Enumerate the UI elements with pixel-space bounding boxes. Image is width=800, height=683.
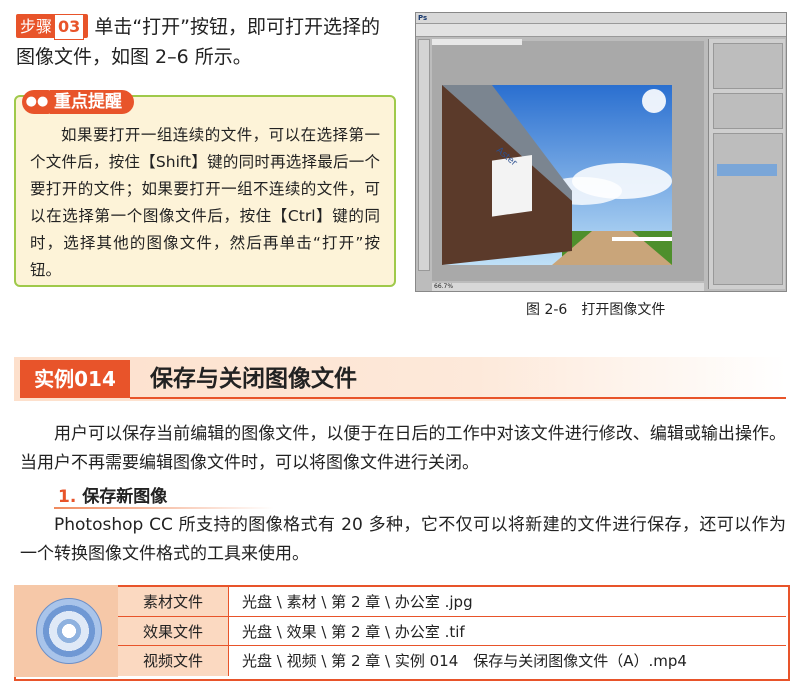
ps-menubar: Ps [416,13,786,24]
ps-zoom: 66.7% [434,283,454,290]
photoshop-screenshot: Ps Aster 66.7% [415,12,787,292]
file-row-label: 视频文件 [118,646,229,676]
file-row-result: 效果文件 光盘 \ 效果 \ 第 2 章 \ 办公室 .tif [118,616,786,647]
ps-adjustments-panel [713,93,783,129]
tip-title: 重点提醒 [50,90,134,114]
paragraph-intro: 用户可以保存当前编辑的图像文件，以便于在日后的工作中对该文件进行修改、编辑或输出… [20,424,786,473]
subsection-number: 1. [58,487,77,507]
file-row-path: 光盘 \ 素材 \ 第 2 章 \ 办公室 .jpg [242,593,473,611]
subsection-underline [54,507,274,509]
step-badge: 步骤 03 [16,14,89,40]
subsection-heading: 1. 保存新图像 [58,482,167,507]
file-row-label: 素材文件 [118,587,229,617]
figure-caption: 图 2-6 打开图像文件 [526,302,666,318]
section-underline [130,397,786,399]
file-row-path: 光盘 \ 效果 \ 第 2 章 \ 办公室 .tif [242,623,465,641]
ps-document-tab [432,39,522,45]
ps-layers-panel [713,133,783,285]
tip-header: ●● 重点提醒 [22,89,134,115]
file-row-source: 素材文件 光盘 \ 素材 \ 第 2 章 \ 办公室 .jpg [118,587,786,617]
lightbulb-icon: ●● [22,90,52,114]
ps-options-bar [416,24,786,37]
office-photo: Aster [442,85,672,265]
ps-toolbar [418,39,430,271]
ps-status-bar: 66.7% [432,283,704,291]
subsection-title: 保存新图像 [82,487,168,507]
ps-canvas-area: Aster [432,41,704,281]
tip-body: 如果要打开一组连续的文件，可以在选择第一个文件后，按住【Shift】键的同时再选… [30,126,380,279]
file-row-path: 光盘 \ 视频 \ 第 2 章 \ 实例 014 保存与关闭图像文件（A）.mp… [242,652,687,670]
step-instruction: 步骤 03 单击“打开”按钮，即可打开选择的图像文件，如图 2–6 所示。 [16,12,396,72]
file-row-label: 效果文件 [118,617,229,647]
step-number: 03 [54,14,85,40]
file-row-video: 视频文件 光盘 \ 视频 \ 第 2 章 \ 实例 014 保存与关闭图像文件（… [118,645,786,676]
section-title: 保存与关闭图像文件 [150,366,357,392]
section-tag: 实例014 [20,360,130,398]
ps-layer-row [717,164,777,176]
disc-cell [14,585,118,677]
ps-logo: Ps [418,14,428,22]
paragraph-formats: Photoshop CC 所支持的图像格式有 20 多种，它不仅可以将新建的文件… [20,515,786,564]
ps-color-panel [713,43,783,89]
ps-panels [708,39,785,289]
cd-disc-icon [36,598,102,664]
